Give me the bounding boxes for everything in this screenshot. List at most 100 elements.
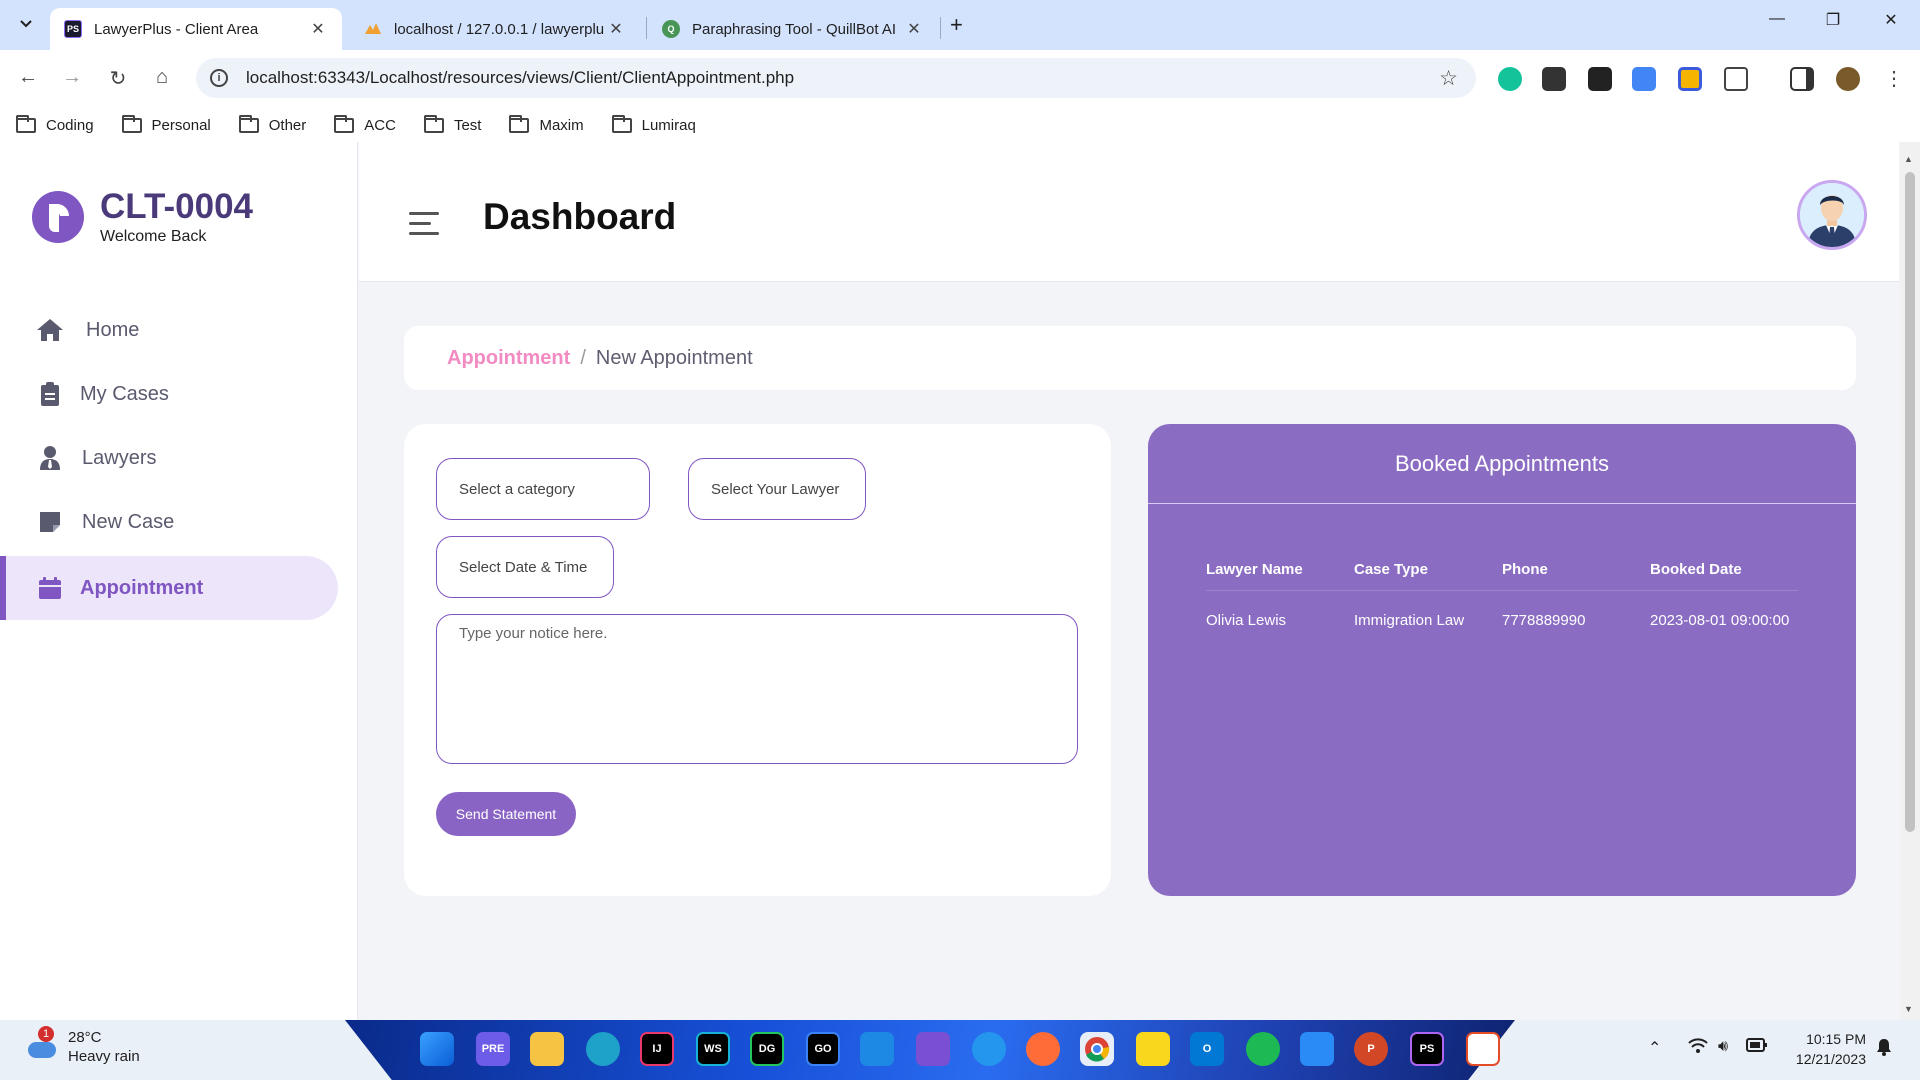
minimize-icon[interactable]: — bbox=[1762, 10, 1792, 28]
user-tie-icon bbox=[36, 444, 64, 472]
restore-icon[interactable]: ❐ bbox=[1818, 10, 1848, 30]
powerpoint-icon[interactable]: P bbox=[1354, 1032, 1388, 1066]
bookmark-test[interactable]: Test bbox=[423, 114, 481, 134]
notice-textarea[interactable]: Type your notice here. bbox=[436, 614, 1078, 764]
side-panel-icon[interactable] bbox=[1790, 67, 1814, 91]
new-tab-icon[interactable]: + bbox=[950, 12, 963, 38]
back-icon[interactable]: ← bbox=[14, 66, 42, 89]
cell-case-type: Immigration Law bbox=[1354, 611, 1465, 629]
sidebar-item-my-cases[interactable]: My Cases bbox=[0, 362, 338, 426]
appointment-form-card: Select a category Select Your Lawyer Sel… bbox=[404, 424, 1111, 896]
sidebar-item-home[interactable]: Home bbox=[0, 298, 338, 362]
goland-icon[interactable]: GO bbox=[806, 1032, 840, 1066]
notification-bell-icon[interactable] bbox=[1876, 1038, 1892, 1061]
tab-lawyerplus[interactable]: PS LawyerPlus - Client Area ✕ bbox=[50, 8, 342, 50]
wifi-icon[interactable] bbox=[1688, 1038, 1708, 1059]
tab-title: Paraphrasing Tool - QuillBot AI bbox=[692, 20, 897, 38]
brand: CLT-0004 Welcome Back bbox=[32, 188, 253, 246]
color-extension-icon[interactable] bbox=[1678, 67, 1702, 91]
page-scrollbar[interactable]: ▲ ▼ bbox=[1900, 142, 1920, 1020]
phpmyadmin-icon bbox=[364, 20, 382, 38]
sidebar-item-lawyers[interactable]: Lawyers bbox=[0, 426, 338, 490]
scroll-down-icon[interactable]: ▼ bbox=[1904, 1004, 1913, 1014]
close-tab-icon[interactable]: ✕ bbox=[606, 19, 626, 39]
scroll-thumb[interactable] bbox=[1905, 172, 1915, 832]
windows-start-icon[interactable] bbox=[420, 1032, 454, 1066]
intellij-icon[interactable]: IJ bbox=[640, 1032, 674, 1066]
tray-chevron-up-icon[interactable]: ⌃ bbox=[1648, 1038, 1661, 1058]
send-statement-button[interactable]: Send Statement bbox=[436, 792, 576, 836]
postman-icon[interactable] bbox=[1026, 1032, 1060, 1066]
tab-phpmyadmin[interactable]: localhost / 127.0.0.1 / lawyerplu ✕ bbox=[350, 8, 640, 50]
docker-icon[interactable] bbox=[972, 1032, 1006, 1066]
paint-icon[interactable] bbox=[1300, 1032, 1334, 1066]
translate-icon[interactable] bbox=[1632, 67, 1656, 91]
bookmark-acc[interactable]: ACC bbox=[334, 114, 396, 134]
preview-app-icon[interactable]: PRE bbox=[476, 1032, 510, 1066]
close-tab-icon[interactable]: ✕ bbox=[308, 19, 328, 39]
webstorm-icon[interactable]: WS bbox=[696, 1032, 730, 1066]
sidebar-item-label: Lawyers bbox=[82, 446, 157, 469]
forward-icon[interactable]: → bbox=[58, 66, 86, 89]
snipping-tool-icon[interactable] bbox=[1466, 1032, 1500, 1066]
outlook-icon[interactable]: O bbox=[1190, 1032, 1224, 1066]
column-header-case-type: Case Type bbox=[1354, 561, 1428, 578]
weather-widget[interactable]: 1 28°C Heavy rain bbox=[24, 1026, 140, 1066]
file-explorer-icon[interactable] bbox=[530, 1032, 564, 1066]
user-avatar-icon bbox=[1800, 183, 1864, 247]
bookmark-coding[interactable]: Coding bbox=[16, 114, 94, 134]
datetime-picker[interactable]: Select Date & Time bbox=[436, 536, 614, 598]
visual-studio-icon[interactable] bbox=[916, 1032, 950, 1066]
bookmark-other[interactable]: Other bbox=[238, 114, 306, 134]
column-header-booked-date: Booked Date bbox=[1650, 561, 1742, 578]
folder-icon bbox=[611, 114, 632, 133]
film-extension-icon[interactable] bbox=[1588, 67, 1612, 91]
tab-quillbot[interactable]: Q Paraphrasing Tool - QuillBot AI ✕ bbox=[648, 8, 938, 50]
home-icon bbox=[36, 316, 64, 344]
tab-search-button[interactable] bbox=[12, 10, 40, 38]
grammarly-icon[interactable] bbox=[1498, 67, 1522, 91]
kebab-menu-icon[interactable]: ⋮ bbox=[1880, 66, 1908, 91]
site-info-icon[interactable]: i bbox=[210, 69, 228, 87]
sticky-notes-icon[interactable] bbox=[1136, 1032, 1170, 1066]
address-bar[interactable]: i localhost:63343/Localhost/resources/vi… bbox=[196, 58, 1476, 98]
close-tab-icon[interactable]: ✕ bbox=[904, 19, 924, 39]
category-select[interactable]: Select a category bbox=[436, 458, 650, 520]
bookmark-maxim[interactable]: Maxim bbox=[509, 114, 584, 134]
sidebar-item-label: New Case bbox=[82, 510, 175, 533]
hamburger-menu-icon[interactable] bbox=[409, 212, 439, 242]
chrome-icon[interactable] bbox=[1080, 1032, 1114, 1066]
battery-icon[interactable] bbox=[1746, 1038, 1768, 1057]
edge-icon[interactable] bbox=[586, 1032, 620, 1066]
bookmark-personal[interactable]: Personal bbox=[121, 114, 211, 134]
system-clock[interactable]: 10:15 PM 12/21/2023 bbox=[1786, 1029, 1866, 1069]
sidebar-item-appointment[interactable]: Appointment bbox=[0, 556, 338, 620]
spotify-icon[interactable] bbox=[1246, 1032, 1280, 1066]
breadcrumb: Appointment / New Appointment bbox=[404, 326, 1856, 390]
close-window-icon[interactable]: ✕ bbox=[1876, 10, 1906, 30]
avatar[interactable] bbox=[1797, 180, 1867, 250]
puzzle-icon[interactable] bbox=[1724, 67, 1748, 91]
extension-icon[interactable] bbox=[1542, 67, 1566, 91]
volume-icon[interactable]: 🔊︎ bbox=[1718, 1038, 1728, 1056]
reload-icon[interactable]: ↻ bbox=[104, 66, 132, 91]
cell-booked-date: 2023-08-01 09:00:00 bbox=[1650, 611, 1790, 629]
booked-appointments-card: Booked Appointments Lawyer Name Case Typ… bbox=[1148, 424, 1856, 896]
vscode-icon[interactable] bbox=[860, 1032, 894, 1066]
lawyerplus-logo-icon bbox=[32, 191, 84, 243]
home-button-icon[interactable]: ⌂ bbox=[148, 66, 176, 89]
sidebar-item-new-case[interactable]: New Case bbox=[0, 490, 338, 554]
profile-avatar-icon[interactable] bbox=[1836, 67, 1860, 91]
bookmark-star-icon[interactable]: ☆ bbox=[1439, 66, 1458, 91]
bookmark-lumiraq[interactable]: Lumiraq bbox=[611, 114, 696, 134]
phpstorm-taskbar-icon[interactable]: PS bbox=[1410, 1032, 1444, 1066]
tab-title: LawyerPlus - Client Area bbox=[94, 20, 259, 38]
scroll-up-icon[interactable]: ▲ bbox=[1904, 154, 1913, 164]
quillbot-icon: Q bbox=[662, 20, 680, 38]
breadcrumb-link-appointment[interactable]: Appointment bbox=[447, 347, 570, 370]
folder-icon bbox=[16, 114, 36, 133]
tab-divider bbox=[646, 17, 647, 39]
datagrip-icon[interactable]: DG bbox=[750, 1032, 784, 1066]
lawyer-select[interactable]: Select Your Lawyer bbox=[688, 458, 866, 520]
breadcrumb-current: New Appointment bbox=[595, 346, 753, 369]
